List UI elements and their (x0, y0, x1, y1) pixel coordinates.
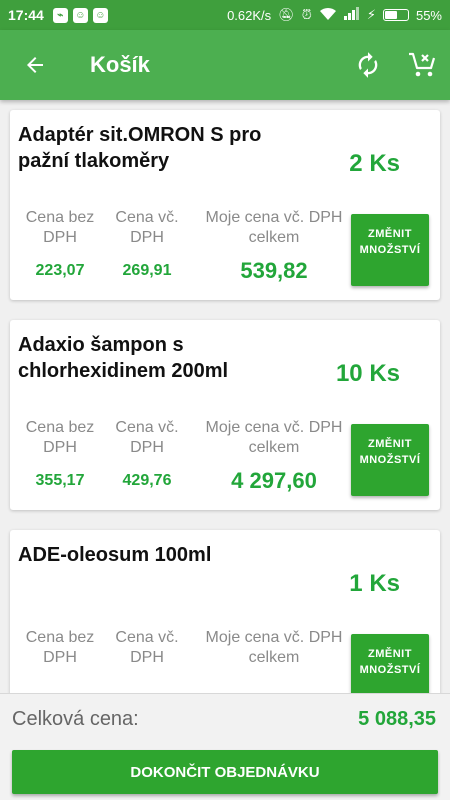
product-name: Adaptér sit.OMRON S pro pažní tlakoměry (18, 124, 262, 172)
product-name: Adaxio šampon s chlorhexidinem 200ml (18, 334, 229, 382)
page-title: Košík (90, 52, 150, 77)
cart-remove-icon (408, 52, 435, 77)
price-incl-label: Cena vč. DPH (115, 419, 179, 456)
price-excl-value: 355,17 (35, 472, 85, 489)
cart-item: Adaxio šampon s chlorhexidinem 200ml 10 … (10, 320, 440, 510)
cart-item: ADE-oleosum 100ml 1 Ks Cena bez DPH Cena… (10, 530, 440, 693)
change-quantity-button[interactable]: ZMĚNIT MNOŽSTVÍ (351, 634, 429, 693)
app-bar: Košík (0, 30, 450, 100)
my-total-label: Moje cena vč. DPH celkem (205, 209, 343, 246)
product-quantity: 1 Ks (349, 570, 400, 597)
price-incl-value: 269,91 (122, 262, 172, 279)
my-total-label: Moje cena vč. DPH celkem (205, 419, 343, 456)
network-speed: 0.62K/s (227, 7, 272, 23)
price-excl-label: Cena bez DPH (25, 209, 95, 246)
price-excl-label: Cena bez DPH (25, 629, 95, 666)
charging-icon: ⚡︎ (366, 7, 376, 22)
product-name: ADE-oleosum 100ml (18, 544, 212, 566)
change-quantity-button[interactable]: ZMĚNIT MNOŽSTVÍ (351, 214, 429, 286)
refresh-icon (358, 52, 377, 78)
refresh-button[interactable] (340, 30, 395, 100)
status-time: 17:44 (8, 7, 44, 23)
cart-footer: Celková cena: 5 088,35 DOKONČIT OBJEDNÁV… (0, 693, 450, 800)
clear-cart-button[interactable] (395, 30, 450, 100)
android-icon: ☺ (72, 7, 88, 23)
price-incl-label: Cena vč. DPH (115, 209, 179, 246)
my-total-label: Moje cena vč. DPH celkem (205, 629, 343, 666)
my-total-value: 4 297,60 (231, 468, 317, 493)
battery-percent: 55% (415, 7, 442, 23)
notifications-off-icon: 🔕︎ (278, 7, 295, 22)
cart-list[interactable]: Adaptér sit.OMRON S pro pažní tlakoměry … (0, 100, 450, 693)
price-excl-value: 223,07 (35, 262, 85, 279)
wifi-icon (319, 7, 337, 24)
my-total-value: 539,82 (240, 258, 308, 283)
total-value: 5 088,35 (358, 708, 436, 730)
price-incl-value: 429,76 (122, 472, 172, 489)
alarm-icon: ⏰︎ (301, 7, 312, 22)
back-button[interactable] (0, 30, 70, 100)
messenger-icon: ⌁ (52, 7, 68, 23)
arrow-back-icon (27, 57, 43, 73)
price-incl-label: Cena vč. DPH (115, 629, 179, 666)
product-quantity: 10 Ks (335, 360, 400, 387)
price-excl-label: Cena bez DPH (25, 419, 95, 456)
android-icon: ☺ (92, 7, 108, 23)
status-bar: 17:44 ⌁ ☺ ☺ 0.62K/s 🔕︎ ⏰︎ ⚡︎ 55% (0, 0, 450, 30)
change-quantity-button[interactable]: ZMĚNIT MNOŽSTVÍ (351, 424, 429, 496)
cart-item: Adaptér sit.OMRON S pro pažní tlakoměry … (10, 110, 440, 300)
total-label: Celková cena: (12, 708, 139, 730)
finish-order-button[interactable]: DOKONČIT OBJEDNÁVKU (12, 750, 438, 794)
product-quantity: 2 Ks (349, 150, 400, 177)
signal-icon (343, 7, 360, 23)
battery-icon (382, 9, 409, 21)
